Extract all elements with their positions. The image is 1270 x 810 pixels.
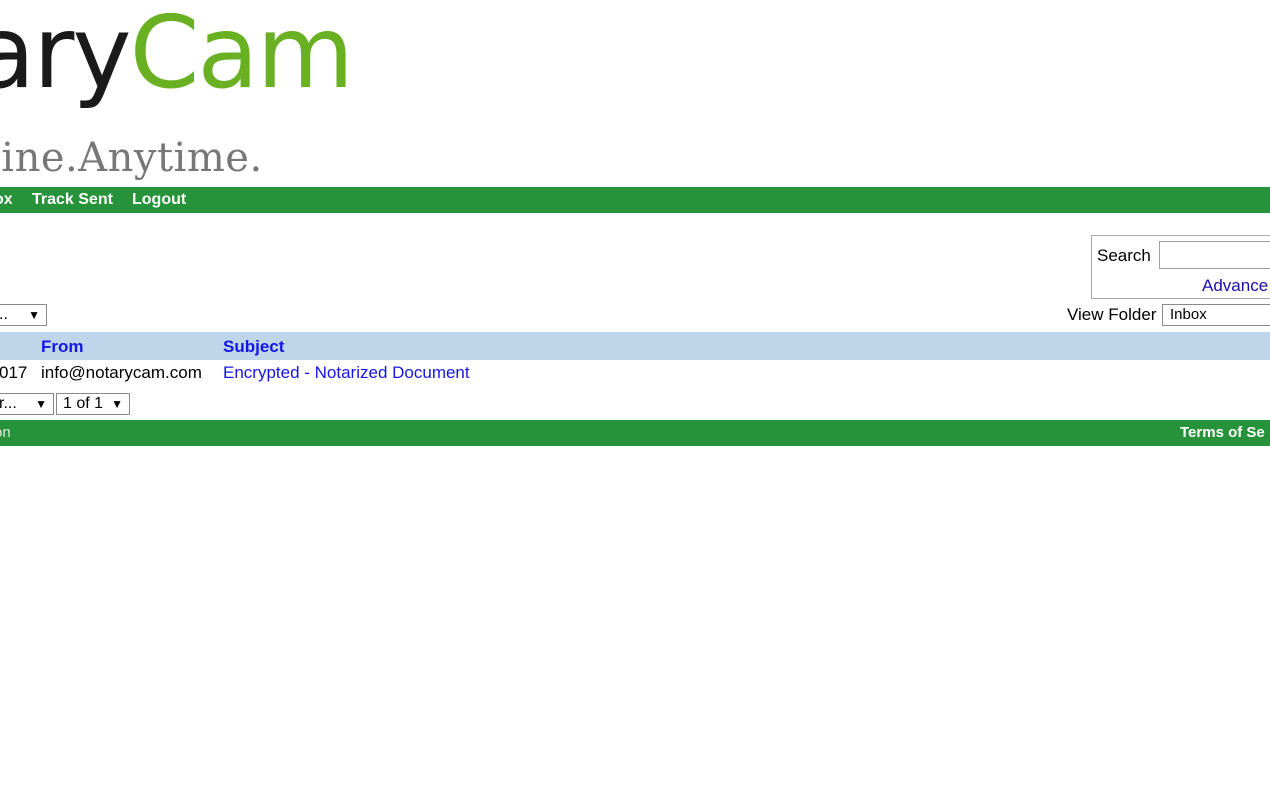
column-header-from[interactable]: From [41, 332, 84, 362]
logo-wordmark: aryCam [0, 0, 355, 118]
per-page-value: r... [0, 395, 17, 412]
chevron-down-icon: ▼ [111, 397, 123, 411]
table-header: From Subject [0, 332, 1270, 360]
nav-track-sent[interactable]: Track Sent [32, 187, 113, 213]
view-folder-label: View Folder [1067, 305, 1157, 324]
actions-select-value: .. [0, 306, 8, 323]
per-page-select[interactable]: r... ▼ [0, 393, 54, 415]
terms-of-service-link[interactable]: Terms of Se [1180, 420, 1265, 446]
view-folder-select[interactable]: Inbox [1162, 304, 1270, 326]
advanced-search-link[interactable]: Advance [1202, 276, 1268, 296]
message-subject-link[interactable]: Encrypted - Notarized Document [223, 363, 470, 383]
logo-text-dark: ary [0, 0, 132, 111]
page-value: 1 of 1 [63, 395, 104, 412]
nav-inbox[interactable]: ox [0, 187, 13, 213]
actions-select[interactable]: .. ▼ [0, 304, 47, 326]
nav-logout[interactable]: Logout [132, 187, 186, 213]
footer-bar: on Terms of Se [0, 420, 1270, 446]
page-select[interactable]: 1 of 1 ▼ [56, 393, 130, 415]
chevron-down-icon: ▼ [28, 308, 40, 322]
logo-text-green: Cam [129, 0, 355, 111]
search-input[interactable] [1159, 241, 1270, 269]
search-panel: Search Advance [1091, 235, 1270, 299]
footer-left-text: on [0, 424, 11, 441]
view-folder-value: Inbox [1170, 306, 1207, 323]
message-date: 017 [0, 363, 28, 382]
chevron-down-icon: ▼ [35, 397, 47, 411]
logo-tagline: line.Anytime. [0, 135, 263, 181]
column-header-subject[interactable]: Subject [223, 332, 284, 362]
message-from: info@notarycam.com [41, 363, 202, 382]
search-label: Search [1097, 246, 1151, 265]
top-nav-bar: ox Track Sent Logout [0, 187, 1270, 213]
